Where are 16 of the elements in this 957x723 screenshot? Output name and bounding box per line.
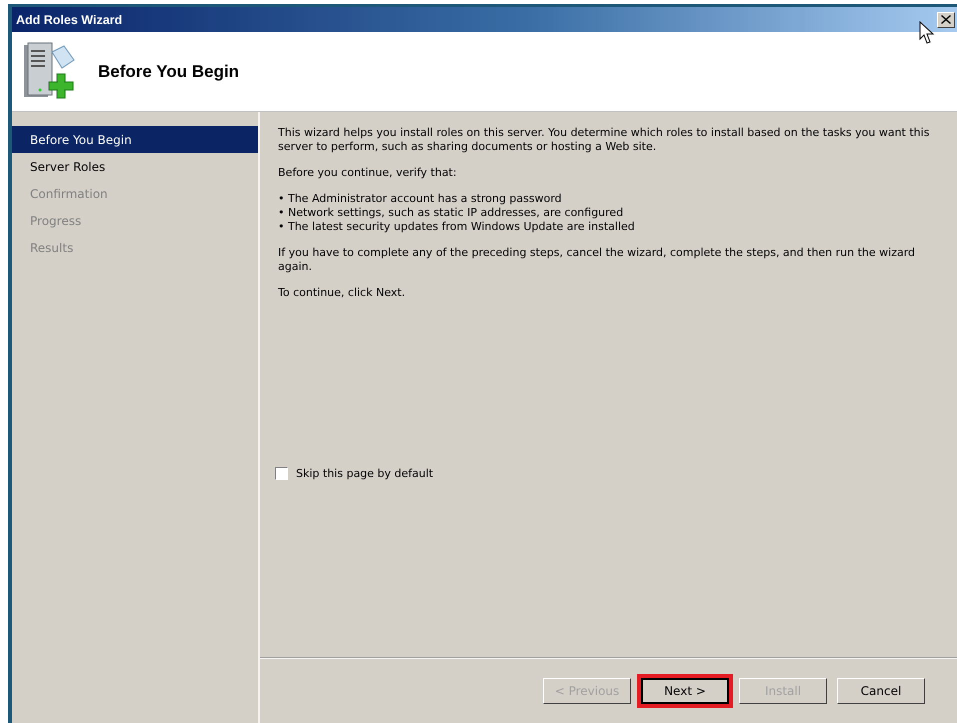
- verify-heading: Before you continue, verify that:: [278, 166, 458, 180]
- window-title: Add Roles Wizard: [16, 12, 122, 26]
- continue-text: To continue, click Next.: [278, 286, 406, 300]
- bullet-item: • The latest security updates from Windows Update are installed: [278, 220, 636, 234]
- note-text: If you have to complete any of the preceding steps, cancel the wizard, complete the steps, and then run the wizard again.: [278, 246, 916, 274]
- step-item[interactable]: Before You Begin: [12, 126, 258, 153]
- step-item[interactable]: Server Roles: [12, 153, 258, 180]
- page-heading: Before You Begin: [98, 62, 240, 82]
- bullet-item: • The Administrator account has a strong password: [278, 192, 563, 206]
- close-icon: [941, 15, 951, 24]
- intro-text: This wizard helps you install roles on this server. You determine which roles to install based on the tasks you want this server to perform, such as sharing documents or hosting a Web site.: [278, 126, 930, 154]
- bullet-item: • Network settings, such as static IP addresses, are configured: [278, 206, 624, 220]
- wizard-button[interactable]: Cancel: [837, 678, 925, 704]
- checkbox-label[interactable]: Skip this page by default: [296, 467, 434, 480]
- checkbox[interactable]: [275, 467, 288, 480]
- close-button[interactable]: [937, 12, 955, 28]
